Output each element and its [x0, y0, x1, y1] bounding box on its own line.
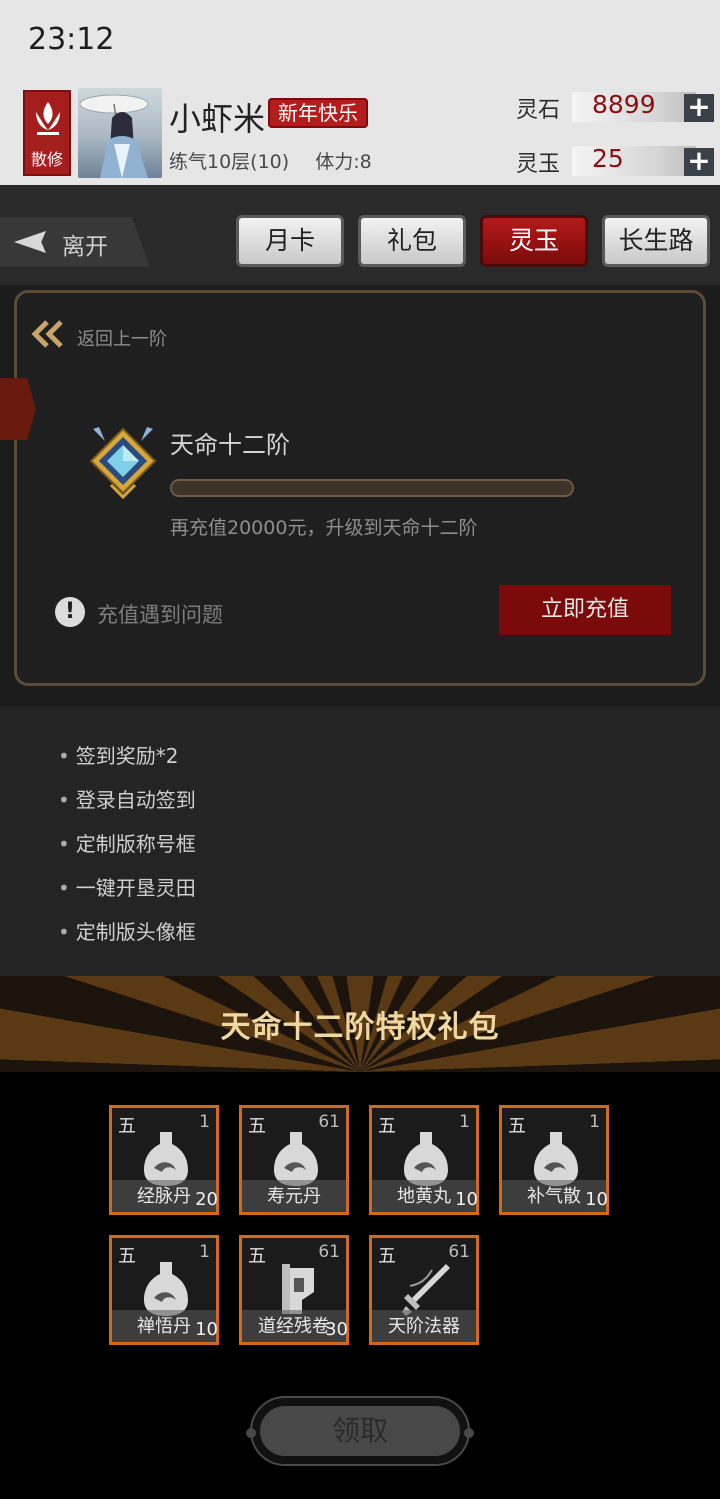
- gift-item[interactable]: 五 1 补气散 10: [499, 1105, 609, 1215]
- rank-emblem-icon: [89, 427, 157, 499]
- character-portrait-icon: [79, 94, 149, 178]
- item-grade: 五: [378, 1246, 396, 1267]
- recharge-help-link[interactable]: 充值遇到问题: [97, 599, 223, 629]
- lotus-icon: [36, 102, 60, 135]
- item-qty: 10: [585, 1189, 608, 1210]
- resource-label: 灵玉: [516, 152, 561, 177]
- leave-button[interactable]: 离开: [0, 217, 150, 267]
- item-level: 1: [199, 1242, 210, 1262]
- gift-item[interactable]: 五 1 禅悟丹 10: [109, 1235, 219, 1345]
- add-spirit-jade-button[interactable]: +: [684, 147, 714, 176]
- perk-item: 签到奖励*2: [58, 740, 179, 769]
- rank-progress-bar: [170, 479, 574, 497]
- claim-decor-dot: [464, 1428, 474, 1438]
- back-to-previous-rank[interactable]: 返回上一阶: [77, 325, 167, 351]
- item-qty: 30: [325, 1319, 348, 1340]
- item-qty: 20: [195, 1189, 218, 1210]
- item-name: 寿元丹: [267, 1186, 321, 1207]
- tab-monthly-card[interactable]: 月卡: [236, 215, 344, 267]
- exclamation-icon[interactable]: !: [55, 597, 85, 627]
- gift-item[interactable]: 五 1 经脉丹 20: [109, 1105, 219, 1215]
- double-chevron-left-icon[interactable]: [31, 319, 65, 349]
- claim-button[interactable]: 领取: [260, 1406, 460, 1456]
- back-arrow-icon: [14, 231, 46, 253]
- item-grade: 五: [118, 1246, 136, 1267]
- perk-item: 定制版称号框: [58, 828, 196, 857]
- resource-bar: [572, 146, 696, 176]
- title-badge: 新年快乐: [268, 98, 368, 128]
- recharge-now-button[interactable]: 立即充值: [499, 585, 671, 635]
- item-qty: 10: [195, 1319, 218, 1340]
- gift-banner: 天命十二阶特权礼包: [0, 976, 720, 1072]
- player-header: 23:12 散修 小虾米 新年快乐 练气10层(10) 体力:8 灵石 8899…: [0, 0, 720, 185]
- recharge-hint: 再充值20000元，升级到天命十二阶: [170, 517, 478, 539]
- resource-spirit-stone: 灵石 8899 +: [516, 88, 716, 126]
- gift-item[interactable]: 五 61 寿元丹: [239, 1105, 349, 1215]
- claim-button-frame: 领取: [246, 1396, 474, 1466]
- tab-longevity-road[interactable]: 长生路: [602, 215, 710, 267]
- perk-item: 定制版头像框: [58, 916, 196, 945]
- resource-label: 灵石: [516, 98, 561, 123]
- item-level: 61: [318, 1112, 340, 1132]
- player-name: 小虾米: [169, 100, 266, 138]
- perk-item: 一键开垦灵田: [58, 872, 196, 901]
- item-qty: 10: [455, 1189, 478, 1210]
- sect-label: 散修: [30, 150, 63, 169]
- resource-spirit-jade: 灵玉 25 +: [516, 142, 716, 180]
- item-name: 天阶法器: [388, 1316, 460, 1337]
- rank-name: 天命十二阶: [170, 431, 290, 459]
- item-grade: 五: [118, 1116, 136, 1137]
- item-level: 1: [459, 1112, 470, 1132]
- gift-item[interactable]: 五 61 道经残卷 30: [239, 1235, 349, 1345]
- perk-item: 登录自动签到: [58, 784, 196, 813]
- claim-decor-dot: [246, 1428, 256, 1438]
- tab-gift-pack[interactable]: 礼包: [358, 215, 466, 267]
- item-grade: 五: [248, 1246, 266, 1267]
- item-grade: 五: [508, 1116, 526, 1137]
- perk-list: 签到奖励*2 登录自动签到 定制版称号框 一键开垦灵田 定制版头像框: [0, 706, 720, 976]
- status-time: 23:12: [28, 22, 115, 57]
- gift-item[interactable]: 五 61 天阶法器: [369, 1235, 479, 1345]
- item-grade: 五: [378, 1116, 396, 1137]
- nav-bar: 离开 月卡 礼包 灵玉 长生路: [0, 185, 720, 285]
- leave-label: 离开: [62, 234, 108, 260]
- item-level: 61: [448, 1242, 470, 1262]
- resource-value: 25: [592, 144, 624, 173]
- item-grade: 五: [248, 1116, 266, 1137]
- gift-item[interactable]: 五 1 地黄丸 10: [369, 1105, 479, 1215]
- item-level: 1: [199, 1112, 210, 1132]
- stamina: 体力:8: [315, 151, 372, 173]
- player-stats: 练气10层(10) 体力:8: [169, 147, 392, 174]
- vip-rank-panel: 返回上一阶 天命十二阶 再充值20000元，升级到天命十二阶 ! 充值遇到问题 …: [14, 290, 706, 686]
- tab-spirit-jade[interactable]: 灵玉: [480, 215, 588, 267]
- gift-title: 天命十二阶特权礼包: [220, 1010, 500, 1045]
- resource-value: 8899: [592, 90, 656, 119]
- item-level: 1: [589, 1112, 600, 1132]
- item-level: 61: [318, 1242, 340, 1262]
- sect-badge[interactable]: 散修: [23, 90, 71, 176]
- add-spirit-stone-button[interactable]: +: [684, 93, 714, 122]
- realm-level: 练气10层(10): [169, 151, 290, 173]
- avatar[interactable]: [78, 88, 162, 178]
